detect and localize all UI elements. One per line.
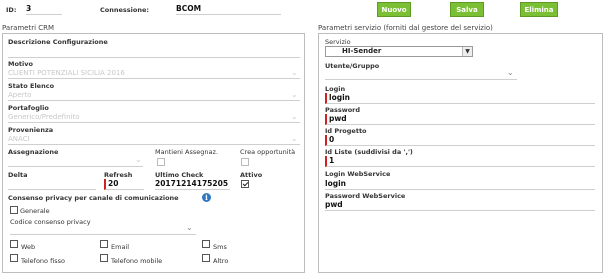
email-label: Email — [111, 243, 130, 251]
id-label: ID: — [6, 6, 17, 14]
salva-button[interactable]: Salva — [450, 2, 484, 17]
refresh-label: Refresh — [104, 171, 133, 179]
info-icon[interactable]: i — [202, 193, 211, 202]
portafoglio-chevron-down-icon: ⌄ — [291, 112, 298, 121]
refresh-field[interactable]: 20 — [104, 179, 144, 190]
mantieni-label: Mantieni Assegnaz. — [155, 148, 218, 156]
descrizione-field[interactable] — [8, 47, 300, 58]
dropdown-arrow-icon: ▼ — [462, 47, 472, 56]
telefono-mobile-label: Telefono mobile — [111, 257, 163, 265]
login-ws-label: Login WebService — [325, 170, 391, 178]
assegnazione-label: Assegnazione — [8, 148, 59, 156]
servizio-select-value: HI-Sender — [342, 47, 382, 55]
portafoglio-select[interactable]: Generico/Predefinito — [8, 113, 300, 123]
codice-consenso-select[interactable] — [10, 227, 196, 235]
motivo-label: Motivo — [8, 60, 33, 68]
stato-chevron-down-icon: ⌄ — [291, 90, 298, 99]
altro-label: Altro — [213, 257, 229, 265]
crea-label: Crea opportunità — [240, 148, 296, 156]
connessione-field[interactable]: BCOM — [176, 4, 281, 15]
telefono-mobile-checkbox[interactable] — [100, 254, 108, 262]
attivo-checkbox[interactable] — [241, 180, 249, 188]
privacy-title: Consenso privacy per canale di comunicaz… — [8, 194, 179, 202]
telefono-fisso-label: Telefono fisso — [21, 257, 65, 265]
login-ws-field[interactable]: login — [325, 179, 595, 190]
mantieni-checkbox[interactable] — [157, 158, 165, 166]
connessione-label: Connessione: — [100, 6, 149, 14]
delta-field[interactable] — [8, 180, 96, 190]
sms-label: Sms — [213, 243, 227, 251]
altro-checkbox[interactable] — [202, 254, 210, 262]
login-label: Login — [325, 85, 346, 93]
email-checkbox[interactable] — [100, 240, 108, 248]
elimina-button[interactable]: Elimina — [520, 2, 558, 17]
servizio-select[interactable]: HI-Sender ▼ — [325, 46, 473, 57]
id-field[interactable]: 3 — [26, 4, 62, 15]
utente-select[interactable] — [325, 71, 517, 80]
crm-section-title: Parametri CRM — [2, 24, 55, 32]
generale-checkbox[interactable] — [10, 206, 18, 214]
codice-consenso-label: Codice consenso privacy — [10, 218, 91, 226]
servizio-label: Servizio — [325, 38, 351, 46]
utente-label: Utente/Gruppo — [325, 62, 380, 70]
provenienza-select[interactable]: ANACI — [8, 135, 300, 145]
sms-checkbox[interactable] — [202, 240, 210, 248]
liste-label: Id Liste (suddivisi da ',') — [325, 148, 413, 156]
assegnazione-select[interactable] — [8, 157, 143, 167]
progetto-label: Id Progetto — [325, 127, 367, 135]
web-checkbox[interactable] — [10, 240, 18, 248]
password-ws-field[interactable]: pwd — [325, 200, 595, 211]
utente-chevron-down-icon: ⌄ — [507, 68, 514, 77]
password-label: Password — [325, 106, 361, 114]
assegnazione-chevron-down-icon: ⌄ — [135, 155, 142, 164]
stato-label: Stato Elenco — [8, 82, 55, 90]
liste-field[interactable]: 1 — [325, 156, 595, 167]
portafoglio-label: Portafoglio — [8, 104, 49, 112]
telefono-fisso-checkbox[interactable] — [10, 254, 18, 262]
provenienza-label: Provenienza — [8, 126, 54, 134]
servizio-section-title: Parametri servizio (forniti dal gestore … — [318, 24, 493, 32]
motivo-select[interactable]: CLIENTI POTENZIALI SICILIA 2016 — [8, 69, 300, 79]
password-field[interactable]: pwd — [325, 114, 595, 125]
ultimo-check-label: Ultimo Check — [155, 171, 204, 179]
nuovo-button[interactable]: Nuovo — [377, 2, 411, 17]
codice-chevron-down-icon: ⌄ — [186, 223, 193, 232]
provenienza-chevron-down-icon: ⌄ — [291, 134, 298, 143]
progetto-field[interactable]: 0 — [325, 135, 595, 146]
login-field[interactable]: login — [325, 93, 595, 104]
ultimo-check-field[interactable]: 20171214175205 — [155, 179, 230, 190]
motivo-chevron-down-icon: ⌄ — [291, 68, 298, 77]
crea-checkbox[interactable] — [241, 158, 249, 166]
web-label: Web — [21, 243, 36, 251]
attivo-label: Attivo — [240, 171, 263, 179]
delta-label: Delta — [8, 171, 28, 179]
stato-select[interactable]: Aperto — [8, 91, 300, 101]
descrizione-label: Descrizione Configurazione — [8, 38, 108, 46]
password-ws-label: Password WebService — [325, 192, 406, 200]
generale-label: Generale — [20, 207, 50, 215]
